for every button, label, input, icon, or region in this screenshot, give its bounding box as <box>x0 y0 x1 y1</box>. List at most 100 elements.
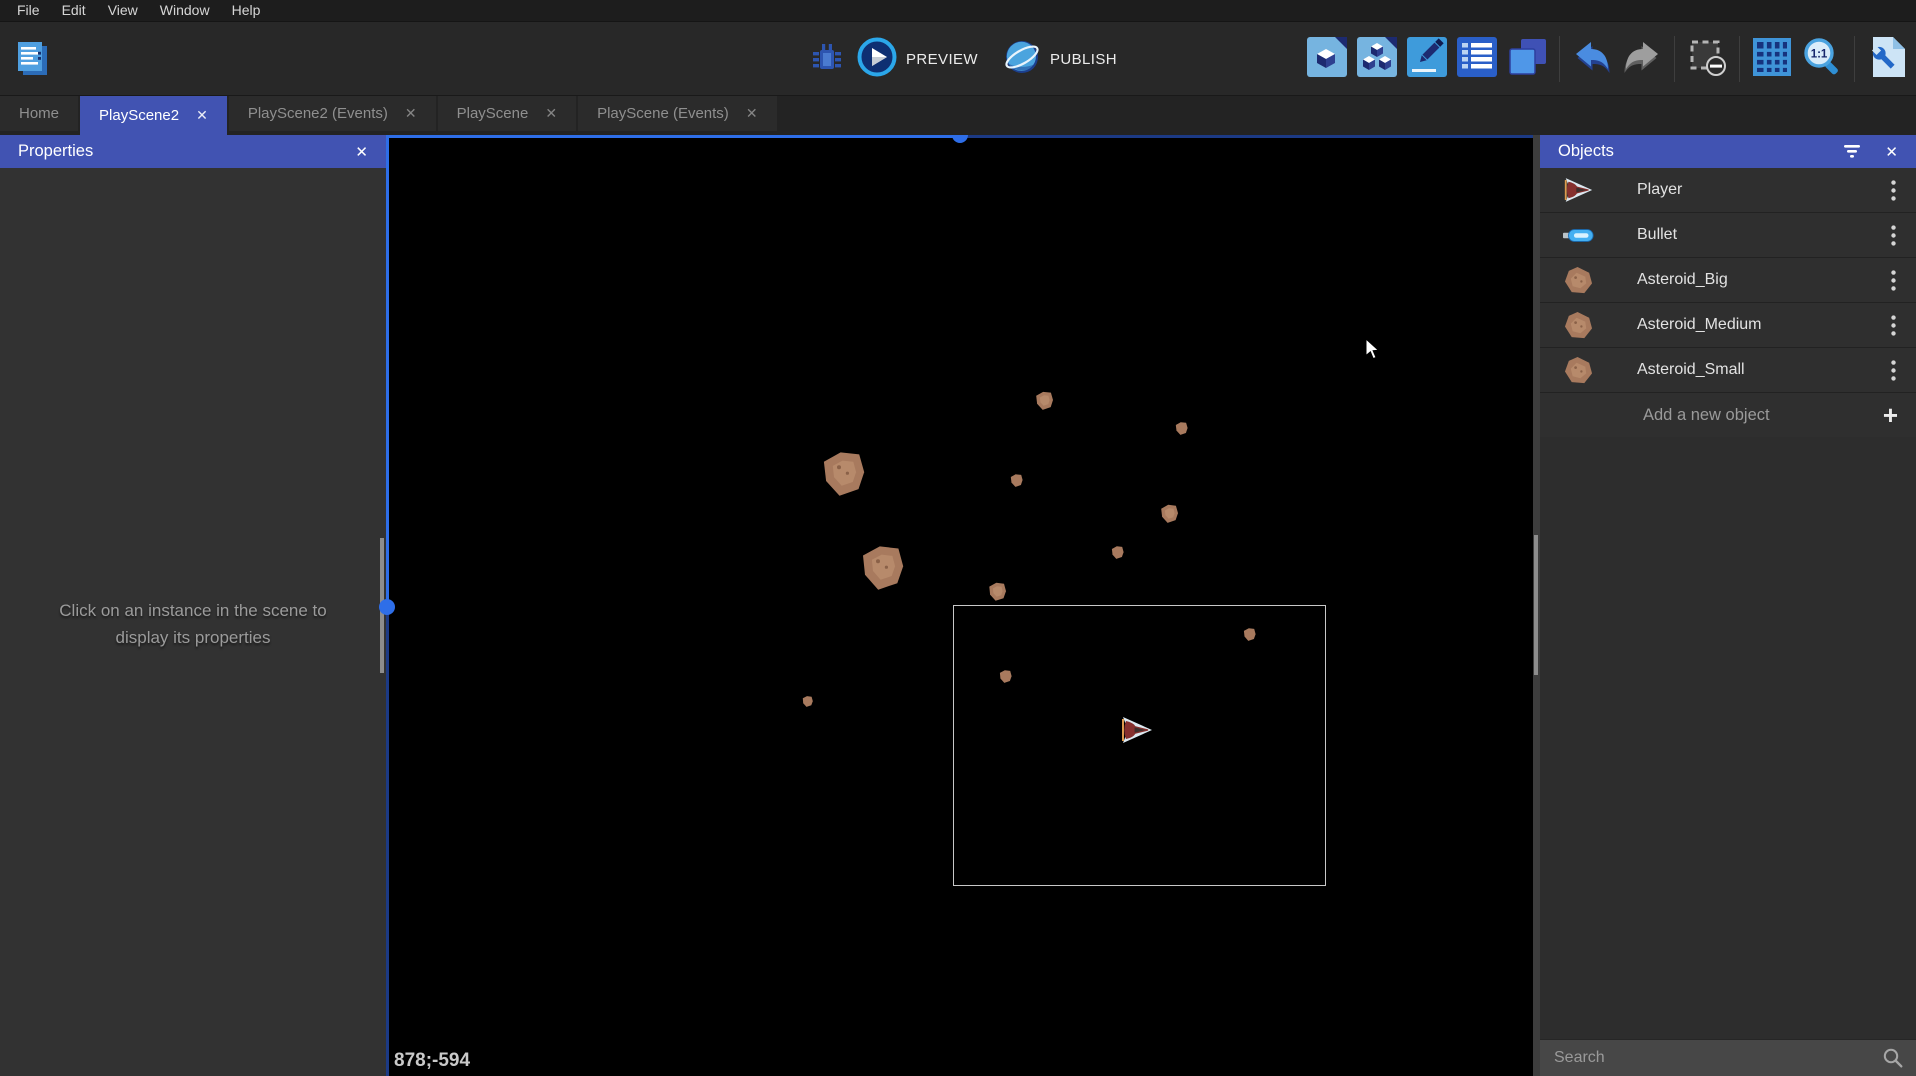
objects-panel-title: Objects <box>1558 142 1614 161</box>
h-scrollbar-track-rest[interactable] <box>960 135 1533 138</box>
instances-list-icon <box>1455 35 1499 84</box>
window-mask-icon <box>1685 35 1729 84</box>
menu-item-window[interactable]: Window <box>149 0 221 21</box>
object-row-player[interactable]: Player <box>1540 168 1916 213</box>
object-row-bullet[interactable]: Bullet <box>1540 213 1916 258</box>
preview-button[interactable]: PREVIEW <box>856 36 978 83</box>
properties-panel-title: Properties <box>18 142 93 161</box>
add-new-object-button[interactable]: Add a new object + <box>1540 393 1916 437</box>
object-row-asteroid_small[interactable]: Asteroid_Small <box>1540 348 1916 393</box>
kebab-menu-icon[interactable] <box>1891 225 1896 246</box>
window-mask-button[interactable] <box>1684 36 1730 82</box>
tab-label: Home <box>19 105 59 122</box>
properties-hint: Click on an instance in the scene to dis… <box>36 597 350 651</box>
tab-bar: HomePlayScene2✕PlayScene2 (Events)✕PlayS… <box>0 96 1916 135</box>
tab-playscene2-events-[interactable]: PlayScene2 (Events) ✕ <box>229 96 436 131</box>
toolbar-center: PREVIEW PUBLISH <box>804 22 1135 96</box>
layers-icon <box>1505 35 1549 84</box>
player-ship-icon <box>1560 177 1596 203</box>
properties-edit-button[interactable] <box>1404 36 1450 82</box>
objects-panel-header: Objects ✕ <box>1540 135 1916 168</box>
toolbar-right: 1:1 <box>1304 22 1910 96</box>
object-row-asteroid_big[interactable]: Asteroid_Big <box>1540 258 1916 303</box>
menu-item-file[interactable]: File <box>6 0 51 21</box>
close-icon[interactable]: ✕ <box>1885 143 1898 161</box>
play-icon <box>856 36 898 83</box>
properties-panel: Properties ✕ Click on an instance in the… <box>0 135 386 1076</box>
debug-button[interactable] <box>804 36 850 82</box>
v-scroll-handle[interactable] <box>379 599 395 615</box>
panel-divider[interactable] <box>1533 135 1540 1076</box>
h-scrollbar-track[interactable] <box>386 135 960 138</box>
object-name: Asteroid_Medium <box>1637 316 1762 334</box>
menu-item-view[interactable]: View <box>97 0 149 21</box>
camera-border <box>953 605 1326 886</box>
objects-panel: Objects ✕ Player Bullet Asteroid_Big Astero… <box>1540 135 1916 1076</box>
plus-icon: + <box>1883 402 1898 428</box>
kebab-menu-icon[interactable] <box>1891 270 1896 291</box>
gdevelop-window: FileEditViewWindowHelp PREVIEW PUBLISH 1… <box>0 0 1916 1076</box>
canvas-scrollbar[interactable] <box>1534 535 1538 675</box>
publish-button[interactable]: PUBLISH <box>1002 37 1117 82</box>
instances-list-button[interactable] <box>1454 36 1500 82</box>
tab-label: PlayScene2 <box>99 107 179 124</box>
close-icon[interactable]: ✕ <box>355 143 368 161</box>
grid-icon <box>1751 36 1793 83</box>
tab-playscene2[interactable]: PlayScene2 ✕ <box>80 96 227 135</box>
kebab-menu-icon[interactable] <box>1891 180 1896 201</box>
toolbar-separator <box>1674 36 1675 82</box>
objects-list: Player Bullet Asteroid_Big Asteroid_Medium A… <box>1540 168 1916 393</box>
tab-close-icon[interactable]: ✕ <box>545 105 557 122</box>
globe-icon <box>1002 37 1042 82</box>
redo-button[interactable] <box>1619 36 1665 82</box>
svg-text:1:1: 1:1 <box>1811 48 1828 60</box>
objects-search-input[interactable] <box>1540 1048 1882 1068</box>
scene-properties-button[interactable] <box>1864 36 1910 82</box>
tab-close-icon[interactable]: ✕ <box>405 105 417 122</box>
tab-close-icon[interactable]: ✕ <box>746 105 758 122</box>
v-scrollbar-track[interactable] <box>386 135 389 607</box>
objects-search-bar <box>1540 1039 1916 1076</box>
undo-button[interactable] <box>1569 36 1615 82</box>
kebab-menu-icon[interactable] <box>1891 315 1896 336</box>
properties-panel-header: Properties ✕ <box>0 135 386 168</box>
grid-button[interactable] <box>1749 36 1795 82</box>
kebab-menu-icon[interactable] <box>1891 360 1896 381</box>
cursor-coordinates: 878;-594 <box>394 1050 470 1072</box>
properties-edit-icon <box>1405 35 1449 84</box>
filter-icon[interactable] <box>1843 144 1861 159</box>
mouse-cursor <box>1365 338 1380 365</box>
preview-label: PREVIEW <box>906 51 978 68</box>
object-name: Bullet <box>1637 226 1677 244</box>
tab-close-icon[interactable]: ✕ <box>196 107 208 124</box>
asteroid-icon <box>1560 311 1596 340</box>
tab-playscene-events-[interactable]: PlayScene (Events)✕ <box>578 96 776 131</box>
search-icon <box>1882 1047 1904 1069</box>
objects-editor-button[interactable] <box>1304 36 1350 82</box>
toolbar: PREVIEW PUBLISH 1:1 <box>0 22 1916 96</box>
scene-properties-icon <box>1867 35 1907 84</box>
zoom-1-1-button[interactable]: 1:1 <box>1799 36 1845 82</box>
tab-playscene[interactable]: PlayScene ✕ <box>438 96 576 131</box>
toolbar-separator <box>1854 36 1855 82</box>
tab-label: PlayScene <box>457 105 529 122</box>
zoom-1-1-icon: 1:1 <box>1800 35 1844 84</box>
menu-item-edit[interactable]: Edit <box>51 0 97 21</box>
object-groups-button[interactable] <box>1354 36 1400 82</box>
add-new-object-label: Add a new object <box>1643 406 1770 425</box>
object-groups-icon <box>1355 35 1399 84</box>
layers-button[interactable] <box>1504 36 1550 82</box>
toolbar-separator <box>1739 36 1740 82</box>
toolbar-separator <box>1559 36 1560 82</box>
scene-canvas[interactable]: 878;-594 <box>386 135 1533 1076</box>
menu-bar: FileEditViewWindowHelp <box>0 0 1916 22</box>
publish-label: PUBLISH <box>1050 51 1117 68</box>
objects-editor-icon <box>1305 35 1349 84</box>
v-scrollbar-track-rest[interactable] <box>386 607 389 1076</box>
project-manager-button[interactable] <box>10 36 56 82</box>
tab-label: PlayScene2 (Events) <box>248 105 388 122</box>
tab-home[interactable]: Home <box>0 96 78 131</box>
redo-icon <box>1620 35 1664 84</box>
object-row-asteroid_medium[interactable]: Asteroid_Medium <box>1540 303 1916 348</box>
menu-item-help[interactable]: Help <box>221 0 272 21</box>
